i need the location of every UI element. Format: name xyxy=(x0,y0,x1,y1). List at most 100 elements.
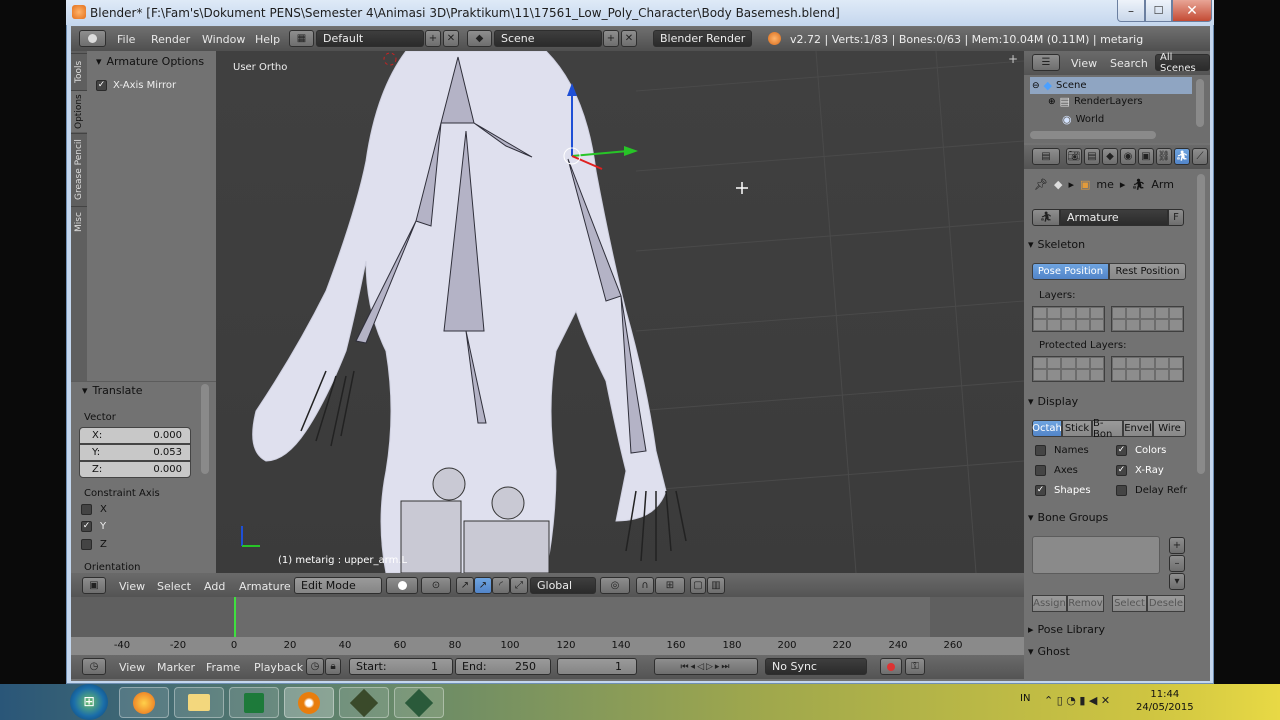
armature-name-field[interactable]: Armature xyxy=(1060,209,1168,226)
object-tab-icon[interactable]: ▣ xyxy=(1138,148,1154,165)
3d-viewport[interactable] xyxy=(216,50,1025,574)
pose-library-panel-header[interactable]: ▸ Pose Library xyxy=(1028,619,1188,639)
fake-user-button[interactable]: F xyxy=(1168,209,1184,226)
pose-position-button[interactable]: Pose Position xyxy=(1032,263,1109,280)
outliner-display-mode-select[interactable]: All Scenes xyxy=(1155,52,1210,74)
bone-tab-icon[interactable]: ⟋ xyxy=(1192,148,1208,165)
viewport-menu-armature[interactable]: Armature xyxy=(239,580,291,593)
pin-icon[interactable]: 📌︎ xyxy=(1034,178,1048,191)
bone-layers-grid-right[interactable] xyxy=(1111,306,1184,332)
viewport-menu-select[interactable]: Select xyxy=(157,580,191,593)
x-ray-checkbox[interactable]: ✓ xyxy=(1116,465,1127,476)
translate-manipulator-button[interactable]: ↗ xyxy=(474,577,492,594)
menu-window[interactable]: Window xyxy=(202,33,245,46)
x-ray-option[interactable]: ✓ X-Ray xyxy=(1116,465,1164,476)
render-image-button[interactable]: ▢ xyxy=(690,577,706,594)
delay-refresh-option[interactable]: Delay Refr xyxy=(1116,485,1187,496)
menu-file[interactable]: File xyxy=(117,33,135,46)
outliner-item-world[interactable]: ◉ World xyxy=(1062,113,1104,126)
properties-editor-type-button[interactable]: ▤ xyxy=(1032,148,1060,165)
rest-position-button[interactable]: Rest Position xyxy=(1109,263,1186,280)
protected-layers-grid-right[interactable] xyxy=(1111,356,1184,382)
scene-field[interactable]: Scene xyxy=(494,30,602,47)
viewport-editor-type-button[interactable]: ▣ xyxy=(82,577,106,594)
display-bbone-button[interactable]: B-Bon xyxy=(1092,418,1123,440)
remove-bone-group-button[interactable]: – xyxy=(1169,555,1185,572)
deselect-button[interactable]: Desele xyxy=(1147,595,1185,612)
x-axis-mirror-checkbox[interactable]: ✓ xyxy=(96,80,107,91)
constraint-y-checkbox[interactable]: ✓ xyxy=(81,521,92,532)
vector-x-field[interactable]: X: 0.000 xyxy=(79,427,191,444)
outliner-item-renderlayers[interactable]: ⊕ ▤ RenderLayers xyxy=(1048,95,1143,108)
armature-browse-icon[interactable]: ⛹︎ xyxy=(1032,209,1060,226)
constraint-z-checkbox[interactable] xyxy=(81,539,92,550)
display-wire-button[interactable]: Wire xyxy=(1153,420,1186,437)
names-checkbox[interactable] xyxy=(1035,445,1046,456)
manipulator-toggle[interactable]: ↗ xyxy=(456,577,474,594)
taskbar-firefox[interactable] xyxy=(119,687,169,718)
add-layout-button[interactable]: + xyxy=(425,30,441,47)
maximize-button[interactable]: ☐ xyxy=(1145,0,1172,22)
delay-refresh-checkbox[interactable] xyxy=(1116,485,1127,496)
viewport-split-corner[interactable]: + xyxy=(1008,52,1018,66)
constraint-x-checkbox[interactable] xyxy=(81,504,92,515)
bone-layers-grid-left[interactable] xyxy=(1032,306,1105,332)
tab-options[interactable]: Options xyxy=(71,90,87,132)
axes-checkbox[interactable] xyxy=(1035,465,1046,476)
properties-scrollbar[interactable] xyxy=(1197,174,1205,474)
outliner-editor-type-button[interactable]: ☰ xyxy=(1032,54,1060,71)
timeline-menu-view[interactable]: View xyxy=(119,661,145,674)
timeline-menu-marker[interactable]: Marker xyxy=(157,661,195,674)
transform-orientation-select[interactable]: Global xyxy=(530,577,596,594)
constraints-tab-icon[interactable]: ⛓︎ xyxy=(1156,148,1172,165)
outliner-horizontal-scrollbar[interactable] xyxy=(1030,131,1156,139)
minimize-button[interactable]: – xyxy=(1117,0,1145,22)
outliner-menu-view[interactable]: View xyxy=(1071,57,1097,70)
outliner-menu-search[interactable]: Search xyxy=(1110,57,1148,70)
sync-mode-select[interactable]: No Sync xyxy=(765,658,867,675)
taskbar-app-5[interactable] xyxy=(339,687,389,718)
rotate-manipulator-button[interactable]: ◜ xyxy=(492,577,510,594)
axes-option[interactable]: Axes xyxy=(1035,465,1078,476)
start-button[interactable]: ⊞ xyxy=(70,684,108,720)
display-envelope-button[interactable]: Envel xyxy=(1123,420,1153,437)
add-bone-group-button[interactable]: + xyxy=(1169,537,1185,554)
skeleton-panel-header[interactable]: ▾ Skeleton xyxy=(1028,234,1188,254)
armature-data-tab-icon[interactable]: ⛹︎ xyxy=(1174,148,1190,165)
timeline-editor-type-button[interactable]: ◷ xyxy=(82,658,106,675)
constraint-y-option[interactable]: ✓ Y xyxy=(81,521,106,532)
scale-manipulator-button[interactable]: ⤢ xyxy=(510,577,528,594)
menu-render[interactable]: Render xyxy=(151,33,190,46)
tab-tools[interactable]: Tools xyxy=(71,53,87,89)
frame-ruler[interactable] xyxy=(71,637,1024,655)
lock-time-cursor-button[interactable]: 🔒︎ xyxy=(325,658,341,675)
add-scene-button[interactable]: + xyxy=(603,30,619,47)
snap-toggle[interactable]: ∩ xyxy=(636,577,654,594)
render-tab-icon[interactable]: 📷︎ xyxy=(1066,148,1082,165)
shapes-option[interactable]: ✓ Shapes xyxy=(1035,485,1091,496)
remove-layout-button[interactable]: ✕ xyxy=(443,30,459,47)
shapes-checkbox[interactable]: ✓ xyxy=(1035,485,1046,496)
interaction-mode-select[interactable]: Edit Mode xyxy=(294,577,382,594)
remove-button[interactable]: Remov xyxy=(1067,595,1104,612)
screen-layout-icon[interactable]: ▦ xyxy=(289,30,314,47)
tab-misc[interactable]: Misc xyxy=(71,206,87,238)
taskbar-excel[interactable] xyxy=(229,687,279,718)
viewport-shading-select[interactable] xyxy=(386,577,418,594)
constraint-z-option[interactable]: Z xyxy=(81,539,107,550)
display-panel-header[interactable]: ▾ Display xyxy=(1028,391,1188,411)
remove-scene-button[interactable]: ✕ xyxy=(621,30,637,47)
keying-set-button[interactable]: ⚿ xyxy=(905,658,925,675)
tray-icons[interactable]: ⌃ ▯ ◔ ▮ ◀ ✕ xyxy=(1044,694,1110,707)
playback-controls[interactable]: ⏮◂◁▷▸⏭ xyxy=(654,658,758,675)
auto-keyframe-button[interactable] xyxy=(880,658,902,675)
colors-checkbox[interactable]: ✓ xyxy=(1116,445,1127,456)
tab-grease-pencil[interactable]: Grease Pencil xyxy=(71,133,87,205)
outliner-scrollbar[interactable] xyxy=(1196,79,1204,127)
taskbar-explorer[interactable] xyxy=(174,687,224,718)
colors-option[interactable]: ✓ Colors xyxy=(1116,445,1166,456)
pivot-point-select[interactable]: ⊙ xyxy=(421,577,451,594)
render-layers-tab-icon[interactable]: ▤ xyxy=(1084,148,1100,165)
outliner-item-scene[interactable]: ⊖ ◆ Scene xyxy=(1030,77,1192,94)
protected-layers-grid-left[interactable] xyxy=(1032,356,1105,382)
